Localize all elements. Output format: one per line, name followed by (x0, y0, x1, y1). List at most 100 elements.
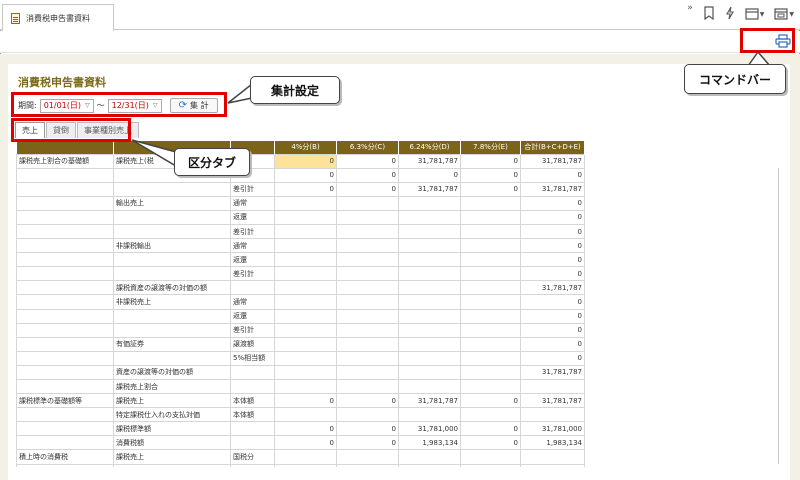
table-cell[interactable] (460, 252, 521, 268)
table-cell[interactable] (398, 350, 461, 366)
table-cell[interactable] (336, 252, 399, 268)
table-cell[interactable]: 31,781,787 (398, 393, 461, 409)
table-cell[interactable]: 0 (520, 167, 585, 183)
table-cell[interactable]: 0 (274, 181, 337, 197)
table-cell[interactable]: 0 (336, 421, 399, 437)
table-cell[interactable] (460, 280, 521, 296)
table-cell[interactable] (274, 252, 337, 268)
table-cell[interactable] (274, 280, 337, 296)
table-cell[interactable]: 0 (274, 421, 337, 437)
table-cell[interactable] (274, 195, 337, 211)
table-cell[interactable] (398, 407, 461, 423)
table-cell[interactable] (274, 336, 337, 352)
table-cell[interactable] (520, 463, 585, 467)
table-cell[interactable] (460, 195, 521, 211)
table-cell[interactable] (336, 463, 399, 467)
table-cell[interactable]: 31,781,787 (520, 153, 585, 169)
table-cell[interactable]: 31,781,000 (398, 421, 461, 437)
table-cell[interactable] (398, 252, 461, 268)
table-cell[interactable]: 1,983,134 (520, 435, 585, 451)
table-cell[interactable] (336, 294, 399, 310)
table-cell[interactable] (398, 280, 461, 296)
table-cell[interactable]: 0 (520, 336, 585, 352)
table-cell[interactable] (336, 322, 399, 338)
table-cell[interactable] (336, 280, 399, 296)
table-cell[interactable] (274, 407, 337, 423)
table-cell[interactable] (336, 195, 399, 211)
table-cell[interactable] (274, 238, 337, 254)
table-cell[interactable]: 0 (520, 223, 585, 240)
table-cell[interactable] (336, 449, 399, 465)
table-cell[interactable] (460, 266, 521, 282)
table-cell[interactable]: 0 (460, 167, 521, 183)
table-cell[interactable] (274, 364, 337, 381)
table-cell[interactable] (460, 350, 521, 366)
table-cell[interactable]: 0 (520, 308, 585, 324)
table-cell[interactable]: 0 (520, 209, 585, 225)
table-cell[interactable] (274, 294, 337, 310)
table-cell[interactable]: 0 (520, 322, 585, 338)
table-cell[interactable] (460, 238, 521, 254)
lightning-icon[interactable] (725, 6, 735, 23)
table-cell[interactable] (398, 195, 461, 211)
table-cell[interactable]: 0 (274, 435, 337, 451)
table-cell[interactable] (460, 463, 521, 467)
table-cell[interactable] (398, 223, 461, 240)
table-cell[interactable] (520, 407, 585, 423)
table-cell[interactable] (460, 364, 521, 381)
table-cell[interactable]: 0 (274, 167, 337, 183)
table-cell[interactable] (460, 407, 521, 423)
table-cell[interactable]: 0 (336, 181, 399, 197)
table-cell[interactable] (274, 308, 337, 324)
table-cell[interactable] (336, 378, 399, 395)
table-cell[interactable] (460, 322, 521, 338)
table-cell[interactable] (398, 294, 461, 310)
table-cell[interactable]: 0 (460, 421, 521, 437)
table-cell[interactable]: 0 (460, 435, 521, 451)
table-cell[interactable] (398, 266, 461, 282)
table-cell[interactable] (336, 223, 399, 240)
table-cell[interactable] (398, 322, 461, 338)
table-cell[interactable] (274, 266, 337, 282)
window-menu-button[interactable]: ▼ (745, 8, 764, 20)
table-cell[interactable] (460, 378, 521, 395)
table-cell[interactable] (336, 209, 399, 225)
table-cell[interactable]: 0 (520, 266, 585, 282)
table-cell[interactable] (274, 463, 337, 467)
table-cell[interactable]: 0 (520, 252, 585, 268)
table-cell[interactable] (336, 266, 399, 282)
table-cell[interactable] (460, 336, 521, 352)
table-cell[interactable] (460, 294, 521, 310)
layout-menu-button[interactable]: ▼ (774, 8, 794, 20)
table-cell[interactable] (274, 378, 337, 395)
table-cell[interactable] (398, 238, 461, 254)
table-cell[interactable]: 31,781,787 (398, 181, 461, 197)
table-cell[interactable]: 0 (520, 350, 585, 366)
table-cell[interactable] (460, 308, 521, 324)
table-cell[interactable] (274, 223, 337, 240)
table-cell[interactable] (336, 308, 399, 324)
table-cell[interactable] (398, 308, 461, 324)
table-cell[interactable]: 0 (336, 393, 399, 409)
document-tab[interactable]: 消費税申告書資料 (2, 4, 114, 31)
table-cell[interactable] (398, 463, 461, 467)
table-cell[interactable]: 31,781,787 (520, 364, 585, 381)
vertical-scrollbar[interactable] (778, 168, 784, 464)
table-cell[interactable]: 0 (460, 393, 521, 409)
overflow-chevron-icon[interactable]: » (687, 3, 693, 13)
table-cell[interactable]: 31,781,787 (520, 280, 585, 296)
table-cell[interactable]: 0 (274, 393, 337, 409)
table-cell[interactable]: 0 (398, 167, 461, 183)
table-cell[interactable] (274, 322, 337, 338)
table-cell[interactable]: 0 (336, 167, 399, 183)
table-cell[interactable] (398, 364, 461, 381)
table-cell[interactable]: 1,983,134 (398, 435, 461, 451)
table-cell[interactable] (336, 336, 399, 352)
table-cell[interactable] (398, 378, 461, 395)
table-cell[interactable] (398, 336, 461, 352)
table-cell[interactable]: 0 (460, 153, 521, 169)
table-cell[interactable] (274, 449, 337, 465)
table-cell[interactable] (460, 209, 521, 225)
table-cell[interactable]: 0 (520, 195, 585, 211)
table-cell[interactable]: 31,781,787 (520, 393, 585, 409)
